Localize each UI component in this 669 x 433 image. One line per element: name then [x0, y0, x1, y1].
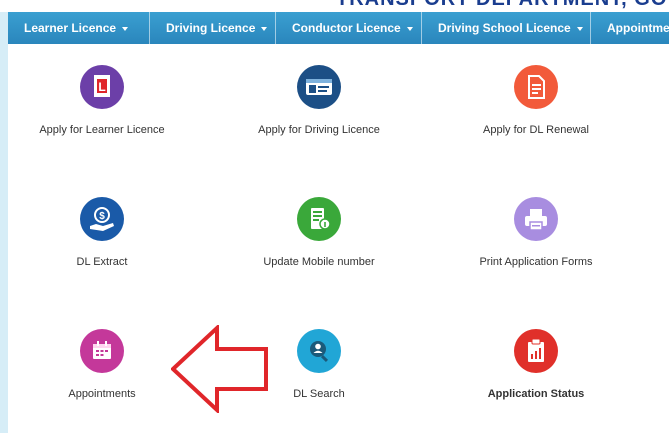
- nav-driving-licence[interactable]: Driving Licence: [150, 12, 276, 44]
- nav-label: Driving School Licence: [438, 21, 571, 35]
- nav-conductor-licence[interactable]: Conductor Licence: [276, 12, 422, 44]
- printer-icon: [514, 197, 558, 241]
- nav-learner-licence[interactable]: Learner Licence: [8, 12, 150, 44]
- caret-down-icon: [406, 26, 413, 31]
- svg-text:$: $: [99, 211, 105, 222]
- services-panel: L Apply for Learner Licence Apply for Dr…: [8, 44, 669, 433]
- tile-label: DL Extract: [76, 256, 128, 268]
- nav-label: Conductor Licence: [292, 21, 401, 35]
- main-navbar: Learner Licence Driving Licence Conducto…: [8, 12, 669, 44]
- tile-apply-driving-licence[interactable]: Apply for Driving Licence: [219, 65, 419, 136]
- tile-label: Application Status: [487, 388, 585, 400]
- mobile-update-icon: [297, 197, 341, 241]
- calendar-icon: [80, 329, 124, 373]
- tile-apply-learner-licence[interactable]: L Apply for Learner Licence: [2, 65, 202, 136]
- caret-down-icon: [261, 26, 268, 31]
- money-hand-icon: $: [80, 197, 124, 241]
- nav-driving-school-licence[interactable]: Driving School Licence: [422, 12, 591, 44]
- nav-label: Appointments: [607, 21, 669, 35]
- svg-text:L: L: [98, 80, 105, 94]
- nav-appointments[interactable]: Appointments: [591, 12, 669, 44]
- header-banner: TRANSPORT DEPARTMENT, GOVERNMENT: [0, 0, 669, 12]
- status-clipboard-icon: [514, 329, 558, 373]
- nav-label: Learner Licence: [24, 21, 117, 35]
- caret-down-icon: [122, 26, 129, 31]
- tile-label: Apply for Learner Licence: [39, 124, 165, 136]
- tile-label: Apply for Driving Licence: [258, 124, 380, 136]
- tile-dl-extract[interactable]: $ DL Extract: [2, 197, 202, 268]
- document-icon: [514, 65, 558, 109]
- tile-update-mobile-number[interactable]: Update Mobile number: [219, 197, 419, 268]
- tile-application-status[interactable]: Application Status: [436, 329, 636, 400]
- tile-label: Print Application Forms: [479, 256, 593, 268]
- page-title: TRANSPORT DEPARTMENT, GOVERNMENT: [336, 0, 669, 11]
- driving-licence-card-icon: [297, 65, 341, 109]
- tile-label: Apply for DL Renewal: [483, 124, 589, 136]
- tile-print-application-forms[interactable]: Print Application Forms: [436, 197, 636, 268]
- tile-apply-dl-renewal[interactable]: Apply for DL Renewal: [436, 65, 636, 136]
- user-search-icon: [297, 329, 341, 373]
- red-arrow-left-icon: [171, 325, 268, 413]
- nav-label: Driving Licence: [166, 21, 256, 35]
- tile-label: Update Mobile number: [263, 256, 375, 268]
- caret-down-icon: [576, 26, 583, 31]
- learner-licence-icon: L: [80, 65, 124, 109]
